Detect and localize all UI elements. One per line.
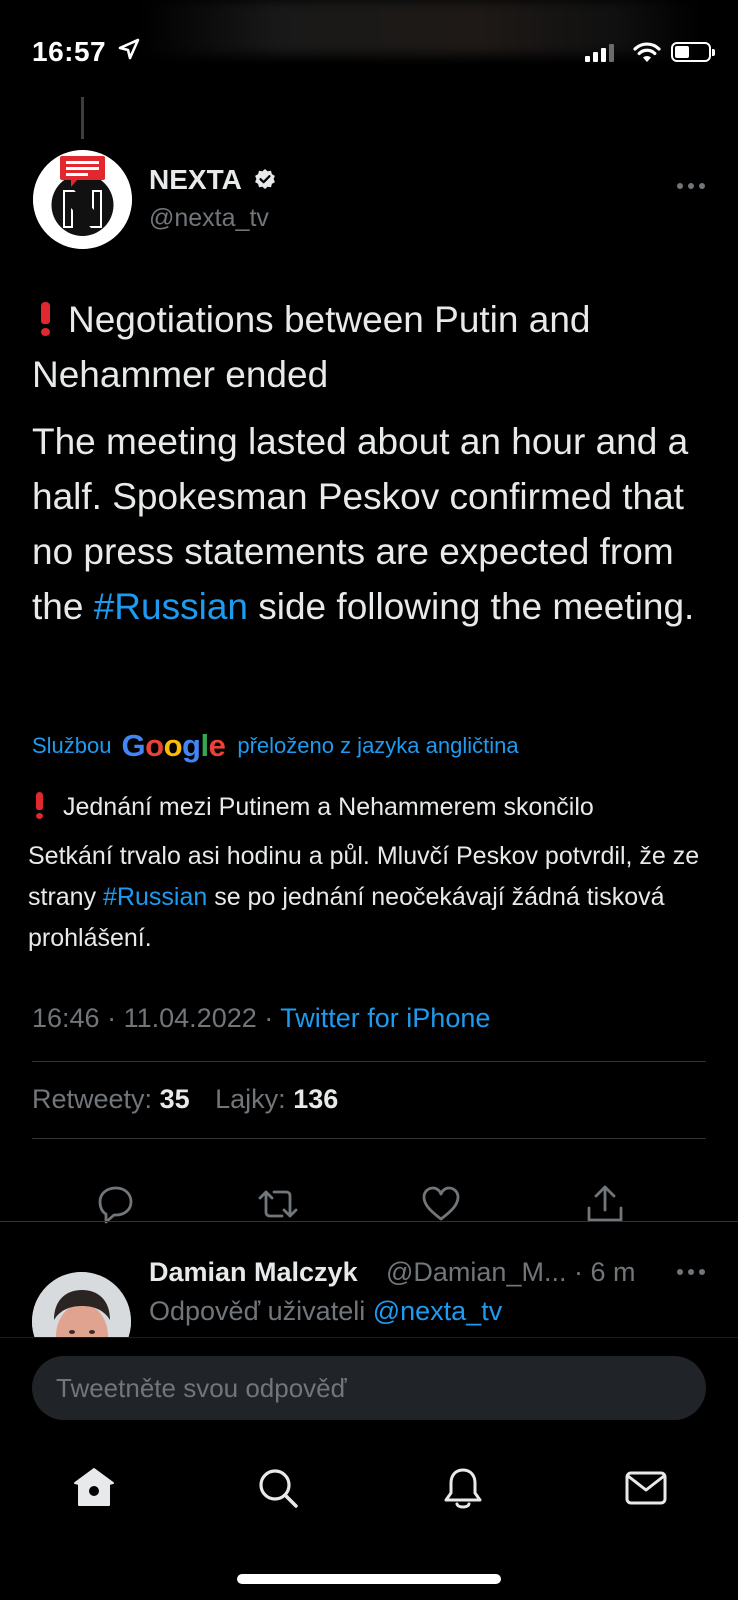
divider — [32, 1061, 706, 1062]
cellular-signal-icon — [585, 44, 614, 62]
reply-input[interactable] — [32, 1356, 706, 1420]
tab-messages[interactable] — [622, 1464, 670, 1512]
reply-more-options-icon[interactable] — [676, 1268, 706, 1276]
share-icon — [587, 1185, 623, 1222]
hashtag-russian-link[interactable]: #Russian — [94, 586, 248, 627]
divider — [0, 1221, 738, 1222]
more-options-icon[interactable] — [676, 182, 706, 190]
share-button[interactable] — [583, 1182, 627, 1226]
translation-attribution[interactable]: Službou Google přeloženo z jazyka anglič… — [32, 728, 519, 764]
tweet-source-link[interactable]: Twitter for iPhone — [280, 1003, 490, 1033]
verified-badge-icon — [255, 169, 275, 189]
translated-text: Jednání mezi Putinem a Nehammerem skonči… — [28, 787, 718, 959]
divider — [0, 1337, 738, 1338]
home-indicator[interactable] — [237, 1574, 501, 1584]
red-exclamation-icon — [36, 792, 43, 819]
location-arrow-icon — [118, 38, 140, 60]
tweet-text: Negotiations between Putin and Nehammer … — [32, 292, 722, 634]
tweet-timestamp: 16:46 · 11.04.2022 · Twitter for iPhone — [32, 1003, 491, 1033]
messages-icon — [625, 1471, 667, 1505]
notifications-icon — [444, 1468, 482, 1509]
nexta-avatar[interactable] — [33, 150, 132, 249]
tab-home[interactable] — [70, 1464, 118, 1512]
wifi-icon — [633, 42, 661, 62]
author-name[interactable]: NEXTA — [149, 164, 242, 196]
google-logo: Google — [121, 728, 226, 763]
divider — [32, 1138, 706, 1139]
translated-hashtag-link[interactable]: #Russian — [103, 883, 207, 911]
search-icon — [259, 1469, 298, 1508]
thread-connector-line — [81, 97, 84, 139]
nexta-logo — [33, 150, 132, 249]
translated-headline: Jednání mezi Putinem a Nehammerem skonči… — [28, 787, 718, 828]
replying-to-handle-link[interactable]: @nexta_tv — [373, 1296, 502, 1326]
reply-author-name[interactable]: Damian Malczyk — [149, 1257, 358, 1288]
author-handle[interactable]: @nexta_tv — [149, 204, 269, 233]
status-time: 16:57 — [32, 36, 107, 67]
like-icon — [422, 1186, 460, 1221]
like-button[interactable] — [419, 1182, 463, 1226]
home-icon — [74, 1468, 114, 1506]
tab-search[interactable] — [254, 1464, 302, 1512]
battery-icon — [671, 42, 715, 62]
reply-author-handle: @Damian_M... · 6 m — [386, 1257, 636, 1287]
tweet-stats: Retweety: 35 Lajky: 136 — [32, 1084, 356, 1115]
retweets-stat[interactable]: Retweety: 35 — [32, 1084, 208, 1114]
status-bar-background — [140, 0, 700, 55]
tab-notifications[interactable] — [439, 1464, 487, 1512]
replying-to-line: Odpověď uživateli @nexta_tv — [149, 1296, 503, 1326]
tweet-headline: Negotiations between Putin and Nehammer … — [32, 299, 591, 395]
reply-button[interactable] — [94, 1182, 138, 1226]
translated-body: Setkání trvalo asi hodinu a půl. Mluvčí … — [28, 842, 700, 952]
likes-stat[interactable]: Lajky: 136 — [215, 1084, 356, 1114]
red-exclamation-icon — [41, 302, 50, 336]
retweet-icon — [258, 1190, 298, 1218]
tweet-body: The meeting lasted about an hour and a h… — [32, 421, 695, 627]
retweet-button[interactable] — [256, 1182, 300, 1226]
reply-icon — [98, 1186, 133, 1224]
